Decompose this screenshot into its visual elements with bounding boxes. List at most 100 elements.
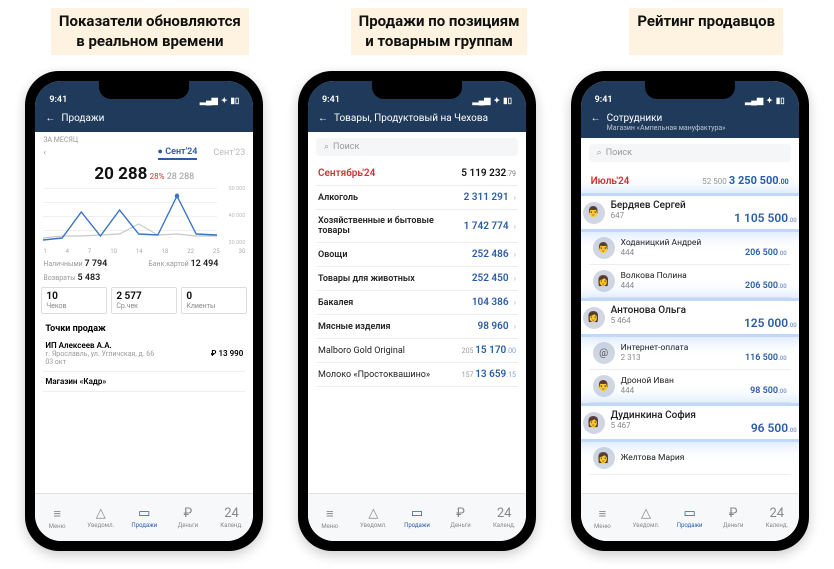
chevron-right-icon: › xyxy=(512,322,516,331)
tab-icon: ≡ xyxy=(35,506,79,522)
avatar: 👨 xyxy=(593,237,615,259)
tab-Продажи[interactable]: ▭Продажи xyxy=(123,506,167,529)
back-icon[interactable]: ← xyxy=(318,113,328,124)
pos-row[interactable]: Магазин «Кадр» xyxy=(43,372,245,392)
employee-row[interactable]: 👨Ходаницкий Андрей444206 500.00 xyxy=(589,232,791,265)
back-icon[interactable]: ← xyxy=(591,113,601,124)
tab-Деньги[interactable]: ₽Деньги xyxy=(166,506,210,529)
tab-Деньги[interactable]: ₽Деньги xyxy=(711,506,755,529)
section-pos: Точки продаж xyxy=(43,318,245,336)
prev-total: 28 288 xyxy=(167,172,195,182)
tab-icon: ▭ xyxy=(668,506,712,521)
search-input[interactable]: ⌕ Поиск xyxy=(316,138,518,156)
tab-Продажи[interactable]: ▭Продажи xyxy=(668,506,712,529)
category-row[interactable]: Товары для животных252 450 › xyxy=(316,267,518,291)
product-row[interactable]: Молоко «Простоквашино»157 13 659.15 xyxy=(316,363,518,387)
tab-icon: 24 xyxy=(210,506,254,521)
stat-checks[interactable]: 10Чеков xyxy=(41,287,107,314)
sales-chart[interactable] xyxy=(43,188,217,244)
tabbar: ≡Меню△Уведомл.▭Продажи₽Деньги24Календ. xyxy=(581,493,799,541)
status-icons: ▂▄▆✦▮▯ xyxy=(200,96,240,105)
chart-x-axis: 147101418222530 xyxy=(43,248,245,255)
tab-Уведомл.[interactable]: △Уведомл. xyxy=(79,506,123,529)
caption-rating: Рейтинг продавцов xyxy=(629,8,783,55)
avatar: 👨 xyxy=(593,375,615,397)
period-label[interactable]: Июль'24 xyxy=(591,176,630,187)
pos-row[interactable]: ИП Алексеев А.А. г. Ярославль, ул. Углич… xyxy=(43,336,245,372)
employee-row[interactable]: 👩Дудинкина София5 46796 500.00 xyxy=(581,406,799,439)
tab-icon: △ xyxy=(79,506,123,521)
avatar: @ xyxy=(593,342,615,364)
search-icon: ⌕ xyxy=(597,148,602,158)
tab-icon: ▭ xyxy=(395,506,439,521)
status-time: 9:41 xyxy=(49,95,67,105)
employee-row[interactable]: @Интернет-оплата2 313116 500.00 xyxy=(589,337,791,370)
tab-Календ.[interactable]: 24Календ. xyxy=(210,506,254,529)
tab-Меню[interactable]: ≡Меню xyxy=(581,506,625,530)
tabbar: ≡Меню△Уведомл.▭Продажи₽Деньги24Календ. xyxy=(308,493,526,541)
tabbar: ≡Меню△Уведомл.▭Продажи₽Деньги24Календ. xyxy=(35,493,253,541)
tab-Календ.[interactable]: 24Календ. xyxy=(482,506,526,529)
period-label: ЗА МЕСЯЦ xyxy=(43,136,245,144)
tab-icon: 24 xyxy=(482,506,526,521)
chevron-right-icon: › xyxy=(512,222,516,231)
search-input[interactable]: ⌕ Поиск xyxy=(589,144,791,162)
tab-Уведомл.[interactable]: △Уведомл. xyxy=(352,506,396,529)
page-title: Продажи xyxy=(61,113,104,124)
delta-pct: 28% xyxy=(150,172,165,181)
phone-employees: 9:41 ▂▄▆✦▮▯ ← Сотрудники Магазин «Ампель… xyxy=(571,71,809,551)
category-row[interactable]: Мясные изделия98 960 › xyxy=(316,315,518,339)
stat-clients[interactable]: 0Клиенты xyxy=(181,287,247,314)
stat-avg[interactable]: 2 577Ср.чек xyxy=(111,287,177,314)
search-icon: ⌕ xyxy=(324,142,329,152)
tab-icon: ₽ xyxy=(166,506,210,521)
avatar: 👩 xyxy=(583,307,605,329)
tab-icon: △ xyxy=(624,506,668,521)
employee-row[interactable]: 👨Дроной Иван44498 500.00 xyxy=(589,370,791,403)
tab-Меню[interactable]: ≡Меню xyxy=(308,506,352,530)
page-subtitle: Магазин «Ампельная мануфактура» xyxy=(607,124,789,132)
avatar: 👨 xyxy=(583,202,605,224)
category-row[interactable]: Хозяйственные и бытовые товары1 742 774 … xyxy=(316,210,518,243)
status-time: 9:41 xyxy=(322,95,340,105)
period-total: 3 250 500.00 xyxy=(729,174,789,187)
page-title: Сотрудники xyxy=(607,113,663,124)
category-row[interactable]: Алкоголь2 311 291 › xyxy=(316,186,518,210)
chevron-right-icon: › xyxy=(512,298,516,307)
back-icon[interactable]: ← xyxy=(45,113,55,124)
tab-month-prev[interactable]: Сент'23 xyxy=(213,148,245,158)
status-icons: ▂▄▆✦▮▯ xyxy=(745,96,785,105)
tab-Календ.[interactable]: 24Календ. xyxy=(755,506,799,529)
status-time: 9:41 xyxy=(595,95,613,105)
tab-Деньги[interactable]: ₽Деньги xyxy=(439,506,483,529)
phone-category-sales: 9:41 ▂▄▆✦▮▯ ← Товары, Продуктовый на Чех… xyxy=(298,71,536,551)
status-icons: ▂▄▆✦▮▯ xyxy=(472,96,512,105)
page-title: Товары, Продуктовый на Чехова xyxy=(334,113,488,124)
total-sales: 20 288 xyxy=(94,164,147,184)
tab-Уведомл.[interactable]: △Уведомл. xyxy=(624,506,668,529)
tab-icon: 24 xyxy=(755,506,799,521)
tab-Продажи[interactable]: ▭Продажи xyxy=(395,506,439,529)
tab-icon: ▭ xyxy=(123,506,167,521)
tab-icon: ₽ xyxy=(711,506,755,521)
avatar: 👩 xyxy=(583,412,605,434)
employee-row[interactable]: 👩Желтова Мария xyxy=(589,442,791,475)
tab-month-current[interactable]: ● Сент'24 xyxy=(158,146,198,160)
employee-row[interactable]: 👩Антонова Ольга5 464125 000.00 xyxy=(581,301,799,334)
tab-icon: ≡ xyxy=(581,506,625,522)
employee-row[interactable]: 👨Бердяев Сергей6471 105 500.00 xyxy=(581,196,799,229)
category-row[interactable]: Бакалея104 386 › xyxy=(316,291,518,315)
chevron-right-icon: › xyxy=(512,274,516,283)
chevron-right-icon: › xyxy=(512,193,516,202)
period-label[interactable]: Сентябрь'24 xyxy=(318,168,375,179)
tab-Меню[interactable]: ≡Меню xyxy=(35,506,79,530)
tab-icon: △ xyxy=(352,506,396,521)
category-row[interactable]: Овощи252 486 › xyxy=(316,243,518,267)
phone-sales-overview: 9:41 ▂▄▆✦▮▯ ← Продажи ЗА МЕСЯЦ ‹ ● Сент'… xyxy=(25,71,263,551)
product-row[interactable]: Malboro Gold Original205 15 170.00 xyxy=(316,339,518,363)
tab-icon: ≡ xyxy=(308,506,352,522)
month-prev-arrow[interactable]: ‹ xyxy=(43,148,46,158)
chevron-right-icon: › xyxy=(512,250,516,259)
avatar: 👩 xyxy=(593,270,615,292)
employee-row[interactable]: 👩Волкова Полина444206 500.00 xyxy=(589,265,791,298)
